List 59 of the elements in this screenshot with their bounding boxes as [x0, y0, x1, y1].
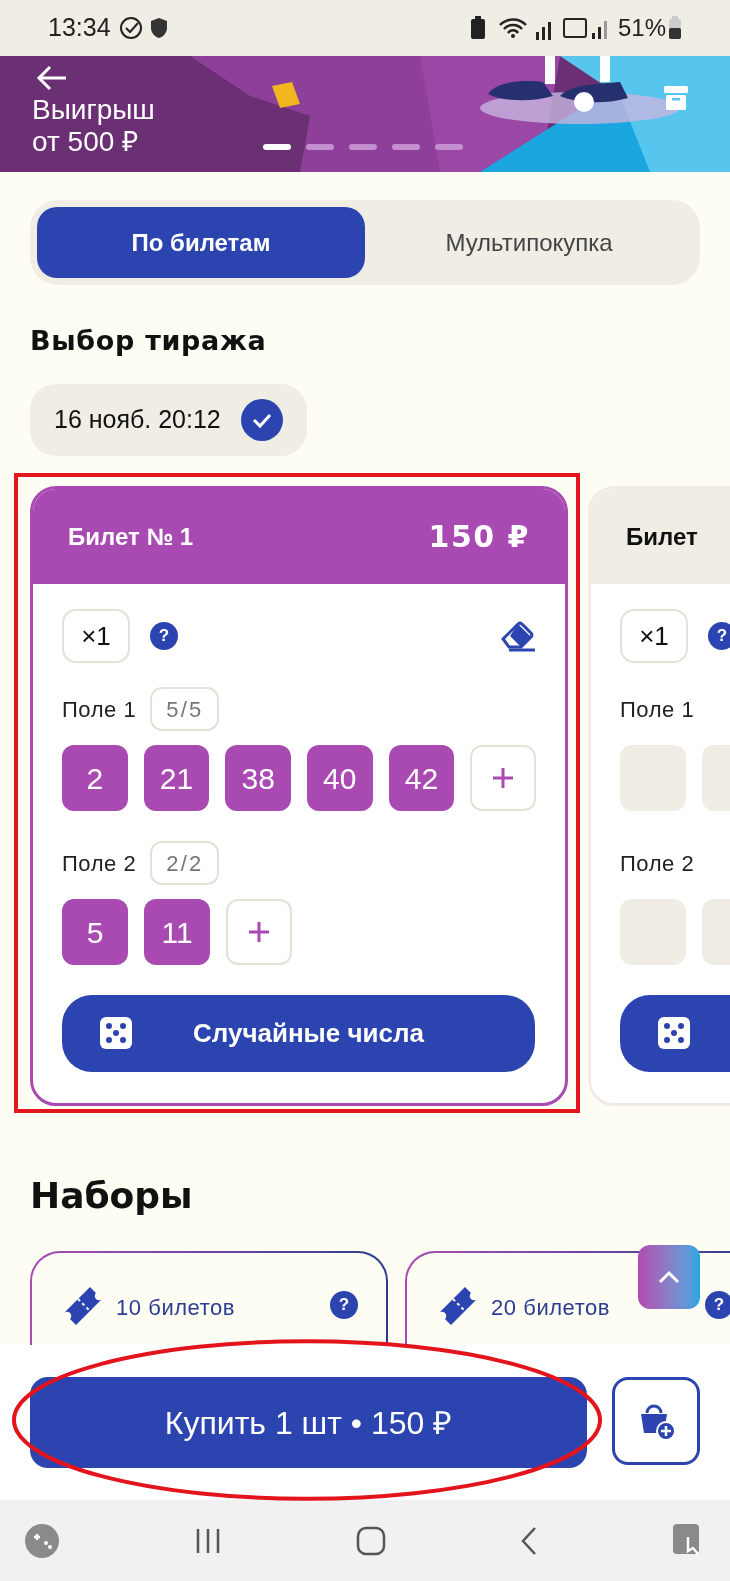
battery-saver-icon [469, 16, 486, 40]
ticket-title: Билет [626, 521, 698, 552]
dice-icon [100, 1017, 132, 1049]
number-tile[interactable]: 2 [62, 745, 128, 811]
number-tile[interactable]: 11 [144, 899, 210, 965]
section-title: Наборы [30, 1174, 194, 1218]
back-icon[interactable] [519, 1525, 539, 1556]
back-arrow-icon[interactable] [36, 64, 68, 92]
tab[interactable]: Мультипокупка [365, 207, 693, 278]
number-tile[interactable]: 42 [388, 745, 455, 811]
field-label: Поле 2 [62, 849, 137, 878]
ticket-card[interactable]: Билет № 1 150 ₽ ×1 ? Поле 1 5/5 2 21 38 40 42 Поле 2 2/2 5 11 Случайные числа [30, 486, 568, 1106]
battery-percent: 51% [617, 13, 666, 43]
shield-icon [148, 17, 169, 39]
help-icon[interactable]: ? [330, 1291, 358, 1319]
dice-icon [658, 1017, 690, 1049]
plus-icon [491, 766, 516, 790]
number-tile[interactable]: 21 [143, 745, 210, 811]
archive-box-icon[interactable] [662, 84, 690, 112]
cart-button[interactable] [612, 1377, 700, 1465]
plus-icon [247, 920, 271, 944]
number-tile[interactable]: 40 [306, 745, 373, 811]
number-tile[interactable]: 5 [62, 899, 128, 965]
help-icon[interactable]: ? [705, 1291, 730, 1319]
home-icon[interactable] [356, 1525, 386, 1556]
set-label: 20 билетов [491, 1294, 611, 1322]
scroll-to-top-button[interactable] [638, 1245, 700, 1309]
banner-title: Выигрыш [32, 94, 155, 126]
ticket-price: 150 ₽ [428, 518, 530, 556]
count-badge: 5/5 [150, 687, 220, 731]
random-numbers-button[interactable]: Случайные числа [62, 995, 535, 1072]
buy-button[interactable]: Купить 1 шт • 150 ₽ [30, 1377, 587, 1468]
set-card[interactable]: 10 билетов ? [30, 1251, 388, 1345]
ticket-title: Билет № 1 [68, 521, 194, 552]
chevron-up-icon [658, 1270, 680, 1284]
wifi-icon [497, 17, 528, 39]
number-tile[interactable]: 38 [225, 745, 291, 811]
gamepad-icon[interactable] [24, 1522, 60, 1559]
multiplier-button[interactable]: ×1 [62, 609, 130, 663]
help-icon[interactable]: ? [150, 622, 178, 650]
eraser-icon[interactable] [500, 619, 536, 653]
tab[interactable]: По билетам [37, 207, 365, 278]
clock: 13:34 [48, 12, 111, 44]
banner-subtitle: от 500 ₽ [32, 126, 139, 158]
battery-icon [668, 16, 682, 40]
multiplier-button[interactable]: ×1 [620, 609, 688, 663]
add-number-button[interactable] [470, 745, 536, 811]
check-circle-icon [118, 16, 143, 40]
section-title: Выбор тиража [30, 324, 268, 358]
add-number-button[interactable] [226, 899, 292, 965]
field-label: Поле 2 [620, 849, 695, 878]
ticket-card[interactable]: Билет ×1 ? Поле 1 Поле 2 [588, 486, 730, 1106]
help-icon[interactable]: ? [708, 622, 730, 650]
count-badge: 2/2 [150, 841, 220, 885]
field-label: Поле 1 [62, 695, 137, 724]
set-label: 10 билетов [116, 1294, 236, 1322]
draw-chip[interactable]: 16 нояб. 20:12 [30, 384, 307, 456]
draw-date: 16 нояб. 20:12 [54, 404, 221, 436]
field-label: Поле 1 [620, 695, 695, 724]
